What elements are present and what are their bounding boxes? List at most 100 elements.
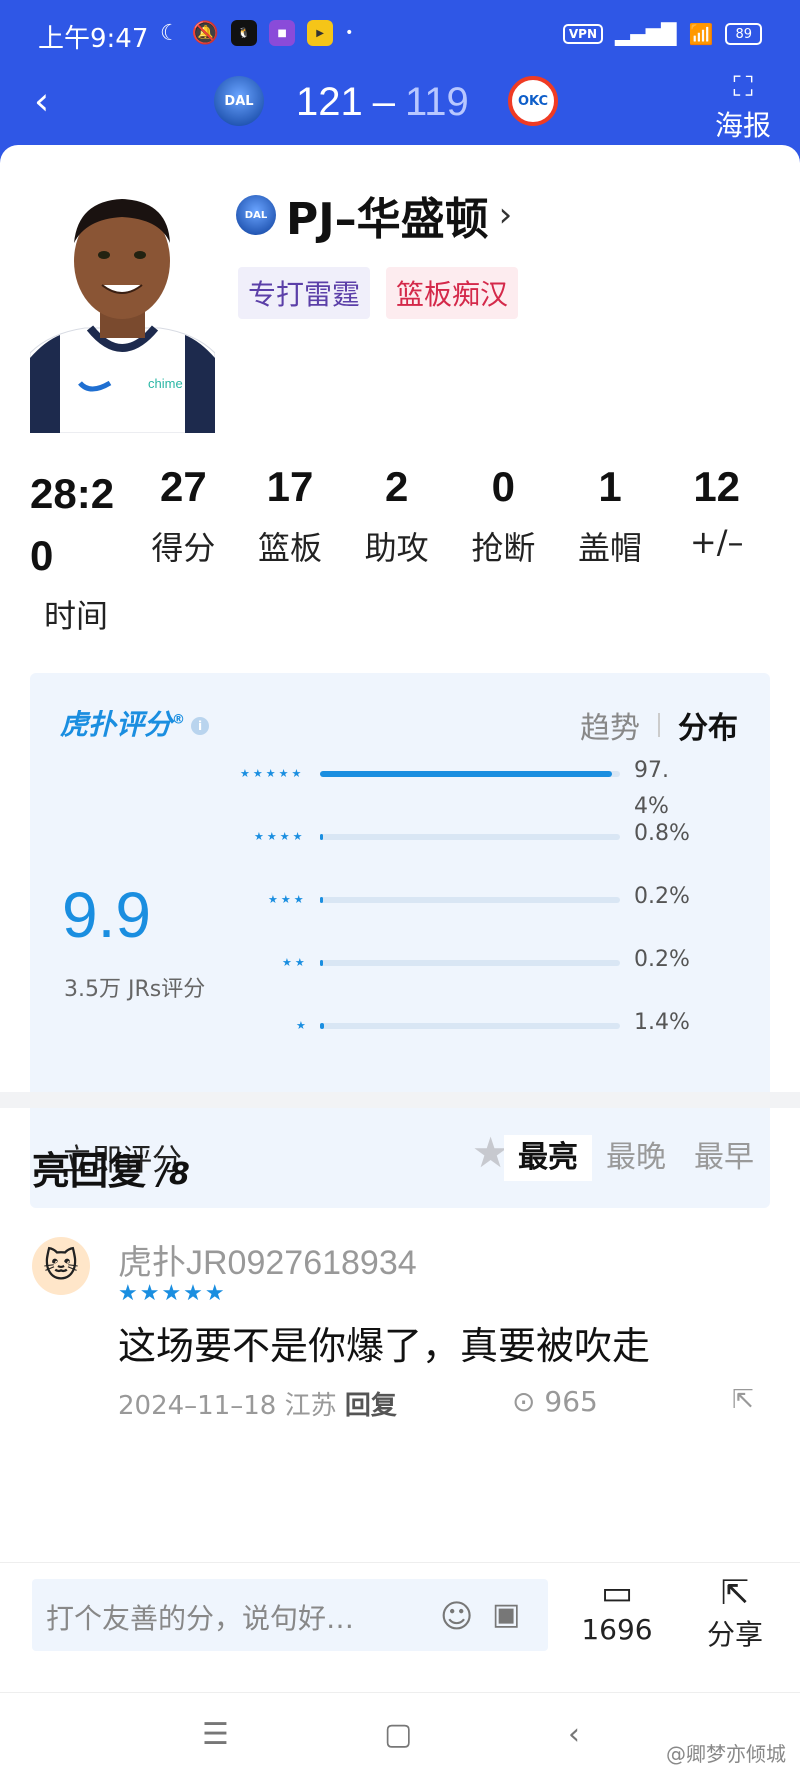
menu-icon[interactable]: ☰ xyxy=(202,1717,229,1752)
distribution-bar-fill xyxy=(320,960,323,966)
comments-count: /8 xyxy=(158,1157,190,1192)
comment-composer: 打个友善的分，说句好… ☺ ▣ ▭ 1696 ⇱ 分享 xyxy=(0,1562,800,1692)
tab-separator xyxy=(658,713,660,737)
comments-title: 亮回复/8 xyxy=(32,1149,190,1193)
comment-date: 2024–11–18 xyxy=(118,1391,277,1421)
distribution-percent: 0.2% xyxy=(634,884,690,909)
status-bar: 上午9:47 ☾ 🔕 🐧 ■ ▶ • VPN ▂▄▆█ 📶 89 xyxy=(0,0,800,70)
distribution-row: ★★★★ 0.8% xyxy=(210,816,730,886)
qq-icon: 🐧 xyxy=(231,20,258,46)
chevron-right-icon: › xyxy=(498,195,513,235)
share-icon: ⇱ xyxy=(720,1573,750,1613)
reply-button[interactable]: 回复 xyxy=(345,1391,397,1421)
distribution-stars: ★ xyxy=(296,1019,309,1032)
player-tag[interactable]: 专打雷霆 xyxy=(238,267,371,319)
stat-assists: 2 助攻 xyxy=(364,463,429,567)
comment-input[interactable]: 打个友善的分，说句好… ☺ ▣ xyxy=(32,1579,548,1651)
rating-score: 9.9 xyxy=(62,879,151,951)
distribution-bar-fill xyxy=(320,771,613,777)
comment-placeholder: 打个友善的分，说句好… xyxy=(46,1602,355,1635)
mute-icon: 🔕 xyxy=(191,20,220,46)
distribution-percent: 0.8% xyxy=(634,821,690,846)
game-header: ‹ DAL 121–119 OKC ⛶ 海报 xyxy=(0,70,800,145)
distribution-row: ★ 1.4% xyxy=(210,1005,730,1075)
avatar[interactable]: 🐱 xyxy=(32,1237,90,1295)
player-stats: 28:20 时间 27 得分 17 篮板 2 助攻 0 抢断 1 盖帽 12 +… xyxy=(30,463,770,637)
watermark: @卿梦亦倾城 xyxy=(666,1742,786,1766)
distribution-percent: 1.4% xyxy=(634,1010,690,1035)
stat-rebounds: 17 篮板 xyxy=(258,463,323,567)
poster-image-icon: ⛶ xyxy=(733,70,753,103)
poster-button[interactable]: ⛶ 海报 xyxy=(708,70,778,144)
distribution-stars: ★★ xyxy=(282,956,308,969)
player-tags: 专打雷霆 篮板痴汉 xyxy=(238,267,519,319)
distribution-bar-track xyxy=(320,960,620,966)
stat-points: 27 得分 xyxy=(151,463,216,567)
like-icon: ⊙ xyxy=(512,1385,536,1418)
tab-latest[interactable]: 最晚 xyxy=(592,1135,680,1181)
player-name: PJ–华盛顿 xyxy=(286,194,489,245)
distribution-row: ★★★★★ 97.4% xyxy=(210,753,730,823)
tab-trend[interactable]: 趋势 xyxy=(580,703,640,747)
emoji-icon[interactable]: ☺ xyxy=(440,1597,473,1635)
image-icon[interactable]: ▣ xyxy=(492,1597,520,1632)
svg-text:chime: chime xyxy=(148,376,183,391)
distribution-percent: 0.2% xyxy=(634,947,690,972)
tab-distribution[interactable]: 分布 xyxy=(678,703,738,747)
comments-button[interactable]: ▭ 1696 xyxy=(572,1573,662,1646)
vpn-badge: VPN xyxy=(562,24,604,44)
player-name-row[interactable]: DAL PJ–华盛顿 › xyxy=(236,183,512,247)
home-score: 121 xyxy=(296,80,363,124)
distribution-bar-track xyxy=(320,897,620,903)
player-card: chime DAL PJ–华盛顿 › 专打雷霆 篮板痴汉 28:20 时间 27… xyxy=(0,145,800,1778)
status-time: 上午9:47 xyxy=(38,24,149,54)
game-score: 121–119 xyxy=(296,80,469,125)
distribution-row: ★★ 0.2% xyxy=(210,942,730,1012)
away-score: 119 xyxy=(405,80,469,124)
rating-tabs: 趋势 分布 xyxy=(580,703,738,747)
rating-panel: 虎扑评分® i 趋势 分布 9.9 3.5万 JRs评分 ★★★★★ 97.4% ★★… xyxy=(30,673,770,1208)
battery-icon: 89 xyxy=(725,23,762,45)
comment-location: 江苏 xyxy=(284,1391,337,1421)
stat-blocks: 1 盖帽 xyxy=(578,463,643,567)
share-label: 分享 xyxy=(706,1618,763,1651)
comment-text: 这场要不是你爆了，真要被吹走 xyxy=(118,1324,651,1368)
info-icon[interactable]: i xyxy=(191,717,210,735)
stat-plus-minus: 12 +/– xyxy=(689,463,744,561)
comment-rating-stars: ★★★★★ xyxy=(118,1281,227,1306)
distribution-row: ★★★ 0.2% xyxy=(210,879,730,949)
like-button[interactable]: ⊙ 965 xyxy=(512,1385,598,1418)
player-tag[interactable]: 篮板痴汉 xyxy=(386,267,519,319)
player-photo: chime xyxy=(30,183,215,433)
home-icon[interactable]: ▢ xyxy=(384,1717,412,1752)
like-count: 965 xyxy=(544,1385,598,1418)
dot-icon: • xyxy=(345,25,354,41)
distribution-bar-fill xyxy=(320,897,323,903)
tab-earliest[interactable]: 最早 xyxy=(680,1135,768,1181)
comment-username[interactable]: 虎扑JR0927618934 xyxy=(118,1235,417,1284)
distribution-stars: ★★★ xyxy=(268,893,307,906)
distribution-bar-track xyxy=(320,834,620,840)
comment-sort-tabs: 最亮 最晚 最早 xyxy=(504,1135,768,1181)
distribution-bar-fill xyxy=(320,1023,325,1029)
score-separator: – xyxy=(372,80,395,124)
video-app-icon: ▶ xyxy=(307,20,334,46)
rating-brand: 虎扑评分® i xyxy=(60,703,210,743)
tab-hottest[interactable]: 最亮 xyxy=(504,1135,592,1181)
app-icon: ■ xyxy=(269,20,296,46)
poster-label: 海报 xyxy=(714,109,771,142)
back-button[interactable]: ‹ xyxy=(34,76,74,126)
distribution-bar-track xyxy=(320,771,620,777)
distribution-percent: 97.4% xyxy=(634,758,669,819)
home-team-logo[interactable]: DAL xyxy=(214,76,264,126)
back-icon[interactable]: ‹ xyxy=(568,1717,580,1752)
section-divider xyxy=(0,1092,800,1108)
distribution-stars: ★★★★ xyxy=(254,830,306,843)
player-team-logo: DAL xyxy=(236,195,276,235)
wifi-icon: 📶 xyxy=(688,22,714,46)
distribution-bar-track xyxy=(320,1023,620,1029)
share-icon[interactable]: ⇱ xyxy=(732,1385,754,1415)
moon-icon: ☾ xyxy=(160,20,180,46)
share-button[interactable]: ⇱ 分享 xyxy=(690,1573,780,1653)
away-team-logo[interactable]: OKC xyxy=(508,76,558,126)
